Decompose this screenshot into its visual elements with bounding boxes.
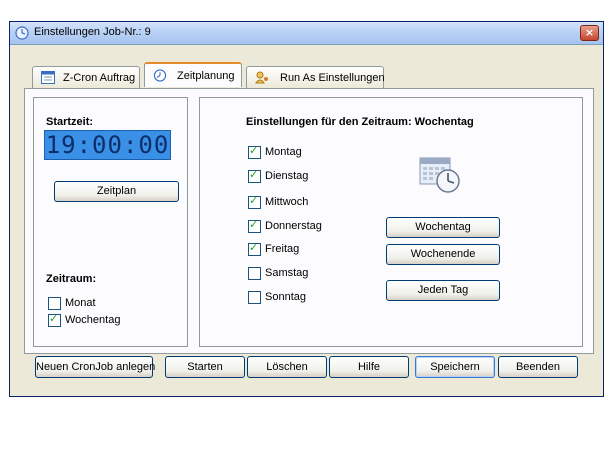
period-heading: Einstellungen für den Zeitraum: Wochenta…	[246, 116, 474, 128]
time-display: 19:00:00	[44, 130, 171, 160]
checkmark-icon: ✓	[249, 194, 259, 207]
tab-run-as-einstellungen[interactable]: Run As Einstellungen	[246, 66, 385, 88]
calendar-clock-icon	[419, 157, 460, 193]
loeschen-button[interactable]: Löschen	[247, 356, 327, 378]
app-clock-icon	[15, 26, 29, 40]
wochentag-button[interactable]: Wochentag	[386, 217, 500, 238]
checkbox-label: Wochentag	[65, 314, 121, 326]
period-settings-group: Einstellungen für den Zeitraum: Wochenta…	[199, 97, 583, 347]
checkbox-box[interactable]	[248, 291, 261, 304]
tab-zeitplanung[interactable]: Zeitplanung	[144, 62, 242, 87]
checkbox-label: Sonntag	[265, 291, 306, 303]
zeitplanung-panel: Startzeit: 19:00:00 Zeitplan Zeitraum: M…	[24, 88, 594, 354]
jeden-tag-button[interactable]: Jeden Tag	[386, 280, 500, 301]
checkbox-label: Montag	[265, 146, 302, 158]
checkbox-label: Donnerstag	[265, 220, 322, 232]
tab-z-cron-auftrag[interactable]: Z-Cron Auftrag	[32, 66, 140, 88]
checkmark-icon: ✓	[249, 168, 259, 181]
window-title: Einstellungen Job-Nr.: 9	[34, 26, 151, 38]
wochenende-button[interactable]: Wochenende	[386, 244, 500, 265]
zeitplan-button[interactable]: Zeitplan	[54, 181, 179, 202]
checkmark-icon: ✓	[249, 218, 259, 231]
checkbox-label: Mittwoch	[265, 196, 309, 208]
startzeit-label: Startzeit:	[46, 116, 94, 128]
checkbox-label: Monat	[65, 297, 96, 309]
checkmark-icon: ✓	[249, 144, 259, 157]
beenden-button[interactable]: Beenden	[498, 356, 578, 378]
start-time-group: Startzeit: 19:00:00 Zeitplan Zeitraum: M…	[33, 97, 188, 347]
title-bar[interactable]: Einstellungen Job-Nr.: 9 ×	[10, 22, 603, 45]
user-key-icon	[255, 71, 268, 84]
starten-button[interactable]: Starten	[165, 356, 245, 378]
close-button[interactable]: ×	[580, 25, 599, 41]
checkbox-label: Samstag	[265, 267, 309, 279]
zeitraum-label: Zeitraum:	[46, 273, 97, 285]
checkmark-icon: ✓	[249, 241, 259, 254]
tab-label: Zeitplanung	[177, 70, 235, 82]
speichern-button[interactable]: Speichern	[415, 356, 495, 378]
checkmark-icon: ✓	[49, 312, 59, 325]
new-cronjob-button[interactable]: Neuen CronJob anlegen	[35, 356, 155, 378]
tab-label: Run As Einstellungen	[280, 72, 385, 84]
checkbox-box[interactable]	[248, 267, 261, 280]
checkbox-box[interactable]	[48, 297, 61, 310]
hilfe-button[interactable]: Hilfe	[329, 356, 409, 378]
tab-label: Z-Cron Auftrag	[63, 72, 136, 84]
window-icon	[41, 71, 55, 84]
clock-icon	[153, 69, 167, 82]
settings-window: Einstellungen Job-Nr.: 9 × Z-Cron Auftra…	[9, 21, 604, 397]
checkbox-label: Dienstag	[265, 170, 309, 182]
checkbox-label: Freitag	[265, 243, 300, 255]
